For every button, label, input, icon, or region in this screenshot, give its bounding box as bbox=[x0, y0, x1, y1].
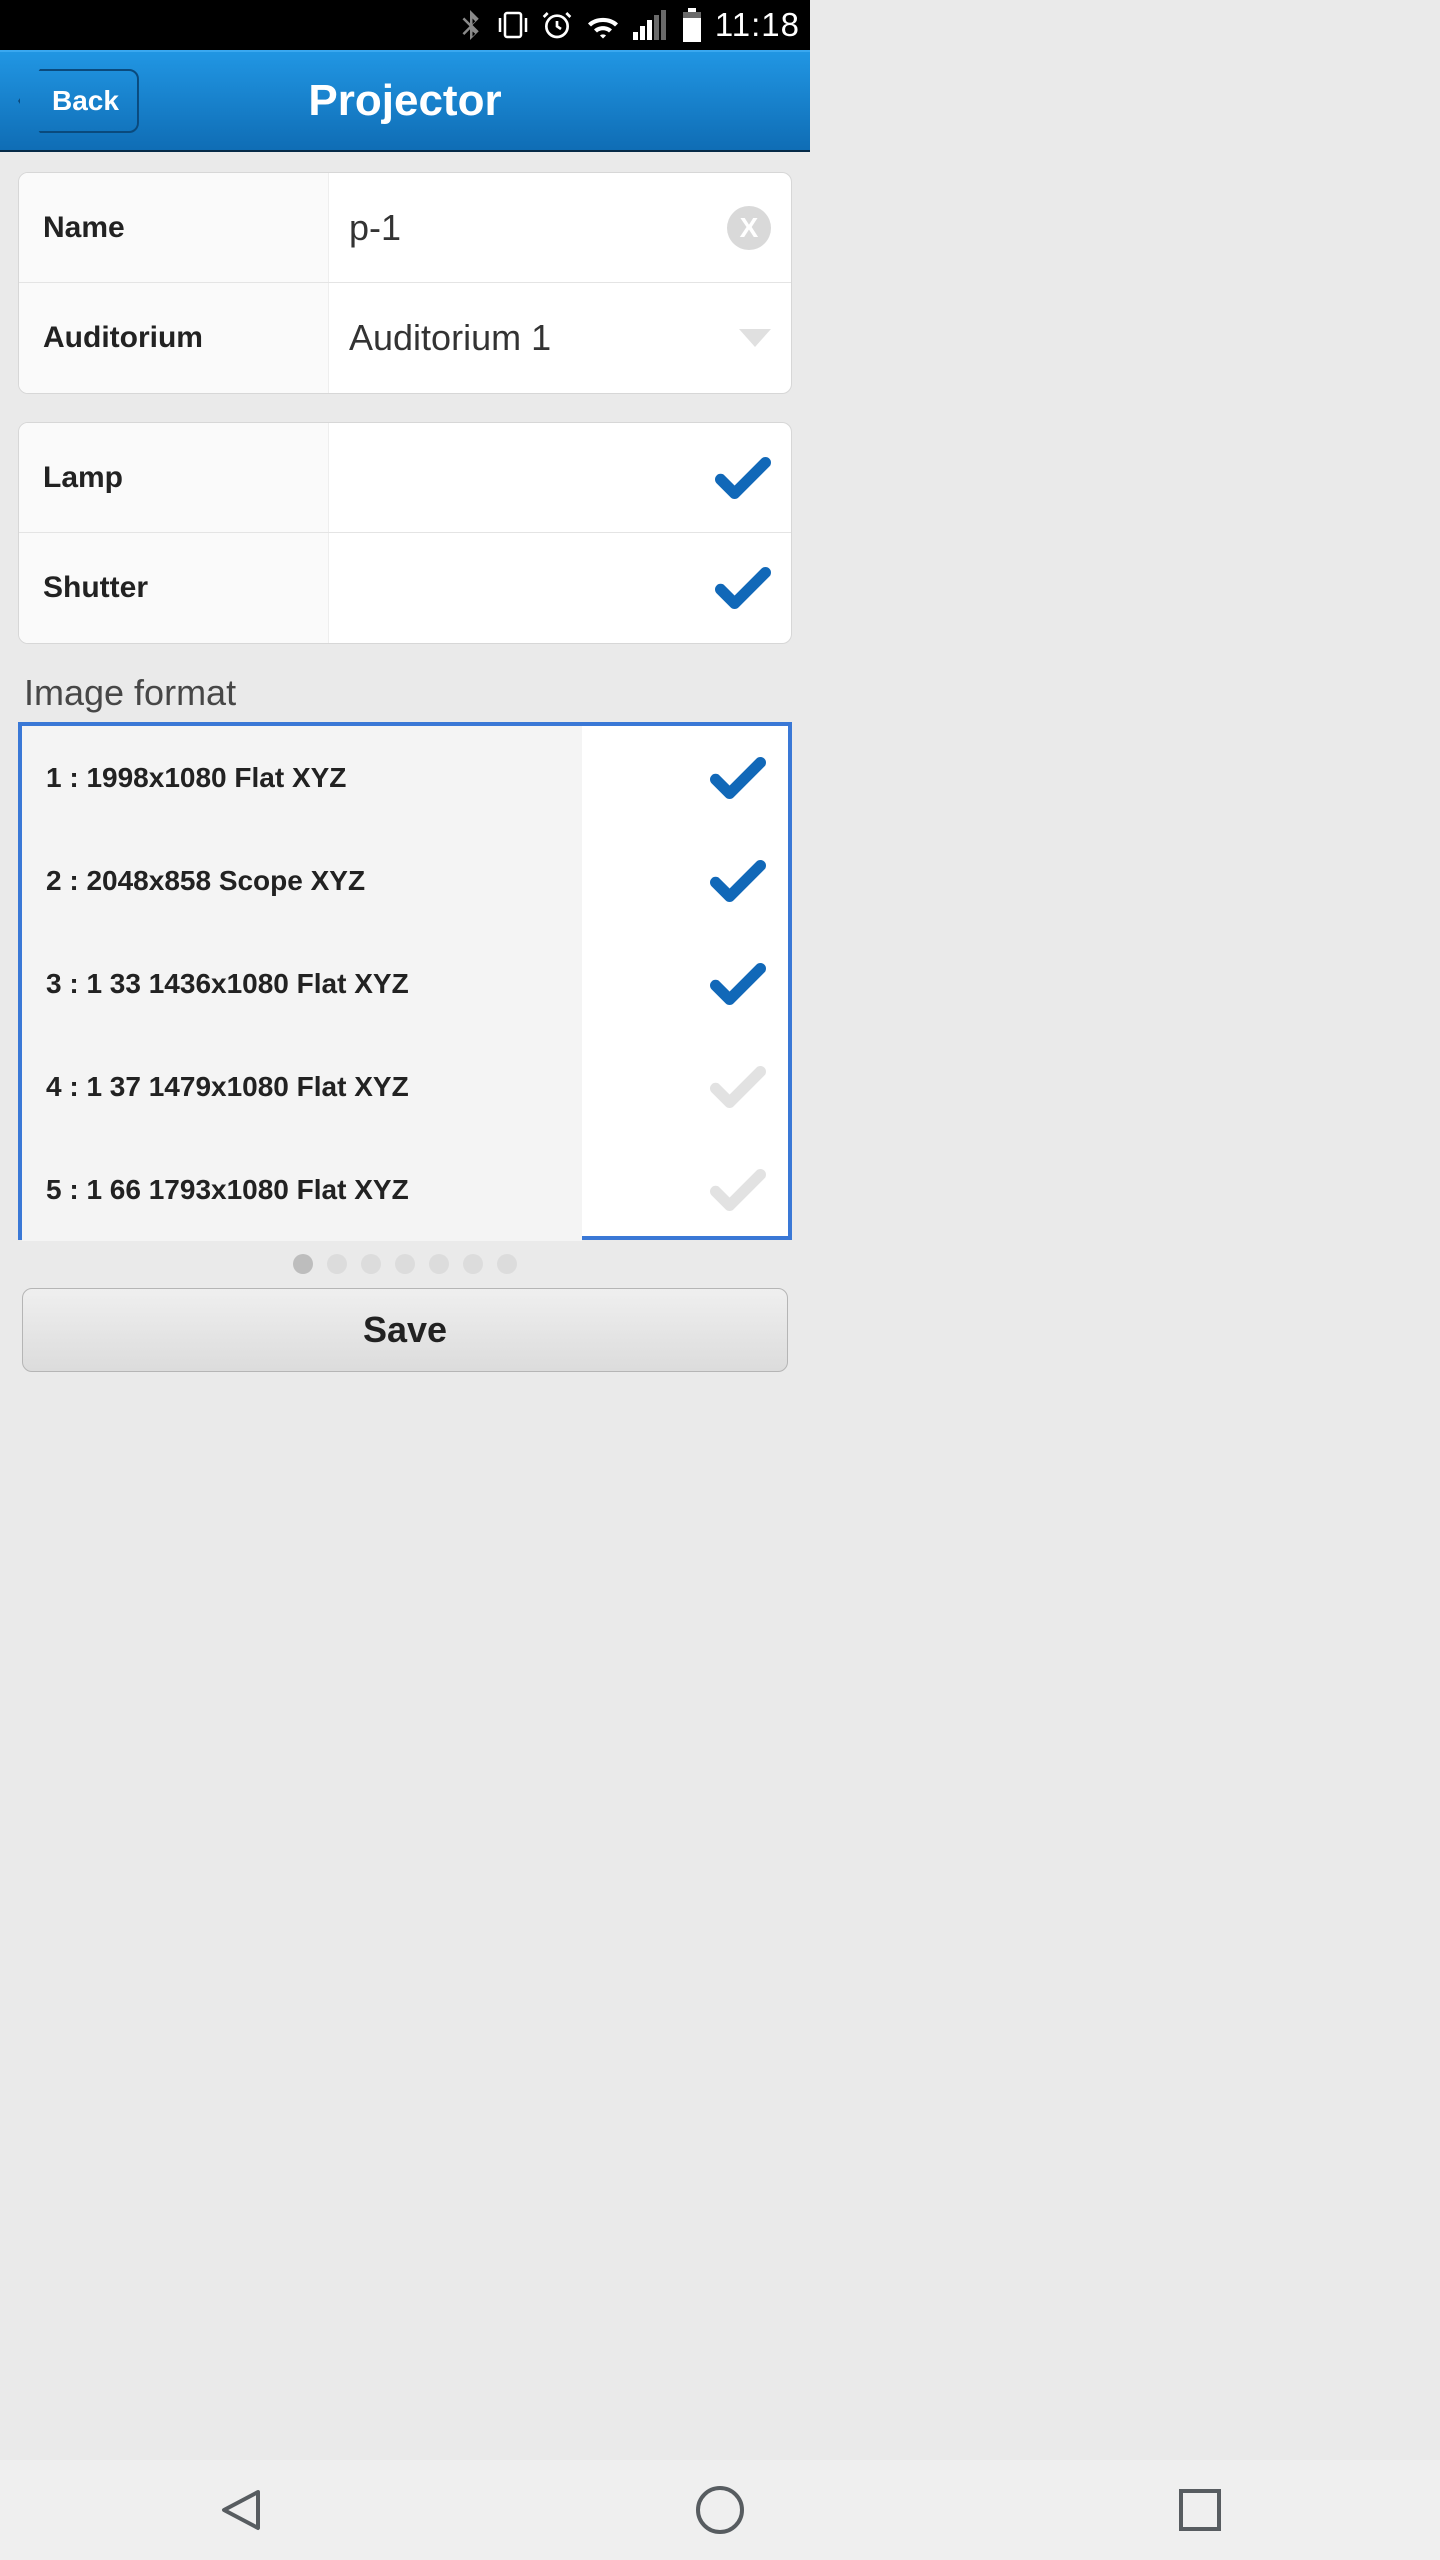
auditorium-label: Auditorium bbox=[19, 283, 329, 393]
pager-dot[interactable] bbox=[327, 1254, 347, 1274]
auditorium-row: Auditorium Auditorium 1 bbox=[19, 283, 791, 393]
bluetooth-icon bbox=[455, 8, 485, 42]
clear-icon[interactable]: X bbox=[727, 206, 771, 250]
pager-dot[interactable] bbox=[361, 1254, 381, 1274]
lamp-row: Lamp bbox=[19, 423, 791, 533]
save-button[interactable]: Save bbox=[22, 1288, 788, 1372]
battery-icon bbox=[681, 8, 703, 42]
image-format-title: Image format bbox=[18, 672, 792, 722]
content: Name p-1 X Auditorium Auditorium 1 Lamp … bbox=[0, 152, 810, 1372]
format-row[interactable]: 2 : 2048x858 Scope XYZ bbox=[22, 829, 788, 932]
format-label: 3 : 1 33 1436x1080 Flat XYZ bbox=[22, 932, 582, 1035]
format-row[interactable]: 4 : 1 37 1479x1080 Flat XYZ bbox=[22, 1035, 788, 1138]
format-label: 4 : 1 37 1479x1080 Flat XYZ bbox=[22, 1035, 582, 1138]
nav-back-button[interactable] bbox=[205, 2480, 275, 2540]
format-row[interactable]: 5 : 1 66 1793x1080 Flat XYZ bbox=[22, 1138, 788, 1241]
format-row[interactable]: 1 : 1998x1080 Flat XYZ bbox=[22, 726, 788, 829]
name-label: Name bbox=[19, 173, 329, 282]
status-bar: 11:18 bbox=[0, 0, 810, 50]
format-row[interactable]: 3 : 1 33 1436x1080 Flat XYZ bbox=[22, 932, 788, 1035]
toggles-card: Lamp Shutter bbox=[18, 422, 792, 644]
pager-dot[interactable] bbox=[429, 1254, 449, 1274]
name-row: Name p-1 X bbox=[19, 173, 791, 283]
check-icon bbox=[715, 566, 771, 610]
chevron-down-icon bbox=[739, 329, 771, 347]
check-icon bbox=[710, 962, 766, 1006]
name-value: p-1 bbox=[349, 207, 401, 249]
android-nav-bar bbox=[0, 2460, 1440, 2560]
format-check[interactable] bbox=[582, 859, 788, 903]
pager-dot[interactable] bbox=[463, 1254, 483, 1274]
format-check[interactable] bbox=[582, 1065, 788, 1109]
shutter-toggle[interactable] bbox=[329, 533, 791, 643]
check-icon bbox=[710, 756, 766, 800]
pager-dot[interactable] bbox=[395, 1254, 415, 1274]
save-label: Save bbox=[363, 1309, 447, 1350]
signal-icon bbox=[633, 10, 669, 40]
basic-info-card: Name p-1 X Auditorium Auditorium 1 bbox=[18, 172, 792, 394]
pager-dot[interactable] bbox=[497, 1254, 517, 1274]
check-icon bbox=[710, 1168, 766, 1212]
app-header: Back Projector bbox=[0, 50, 810, 152]
shutter-row: Shutter bbox=[19, 533, 791, 643]
nav-home-button[interactable] bbox=[685, 2480, 755, 2540]
back-button[interactable]: Back bbox=[18, 69, 139, 133]
format-check[interactable] bbox=[582, 756, 788, 800]
wifi-icon bbox=[585, 11, 621, 39]
vibrate-icon bbox=[497, 10, 529, 40]
check-icon bbox=[710, 1065, 766, 1109]
format-label: 5 : 1 66 1793x1080 Flat XYZ bbox=[22, 1138, 582, 1241]
format-label: 2 : 2048x858 Scope XYZ bbox=[22, 829, 582, 932]
lamp-label: Lamp bbox=[19, 423, 329, 532]
alarm-icon bbox=[541, 9, 573, 41]
format-label: 1 : 1998x1080 Flat XYZ bbox=[22, 726, 582, 829]
back-label: Back bbox=[52, 85, 119, 117]
name-field[interactable]: p-1 X bbox=[329, 173, 791, 282]
auditorium-select[interactable]: Auditorium 1 bbox=[329, 283, 791, 393]
check-icon bbox=[710, 859, 766, 903]
auditorium-value: Auditorium 1 bbox=[349, 317, 551, 359]
check-icon bbox=[715, 456, 771, 500]
status-time: 11:18 bbox=[715, 6, 800, 44]
shutter-label: Shutter bbox=[19, 533, 329, 643]
pager[interactable] bbox=[18, 1250, 792, 1288]
nav-recent-button[interactable] bbox=[1165, 2480, 1235, 2540]
lamp-toggle[interactable] bbox=[329, 423, 791, 532]
image-format-list[interactable]: 1 : 1998x1080 Flat XYZ2 : 2048x858 Scope… bbox=[18, 722, 792, 1240]
format-check[interactable] bbox=[582, 962, 788, 1006]
pager-dot[interactable] bbox=[293, 1254, 313, 1274]
format-check[interactable] bbox=[582, 1168, 788, 1212]
